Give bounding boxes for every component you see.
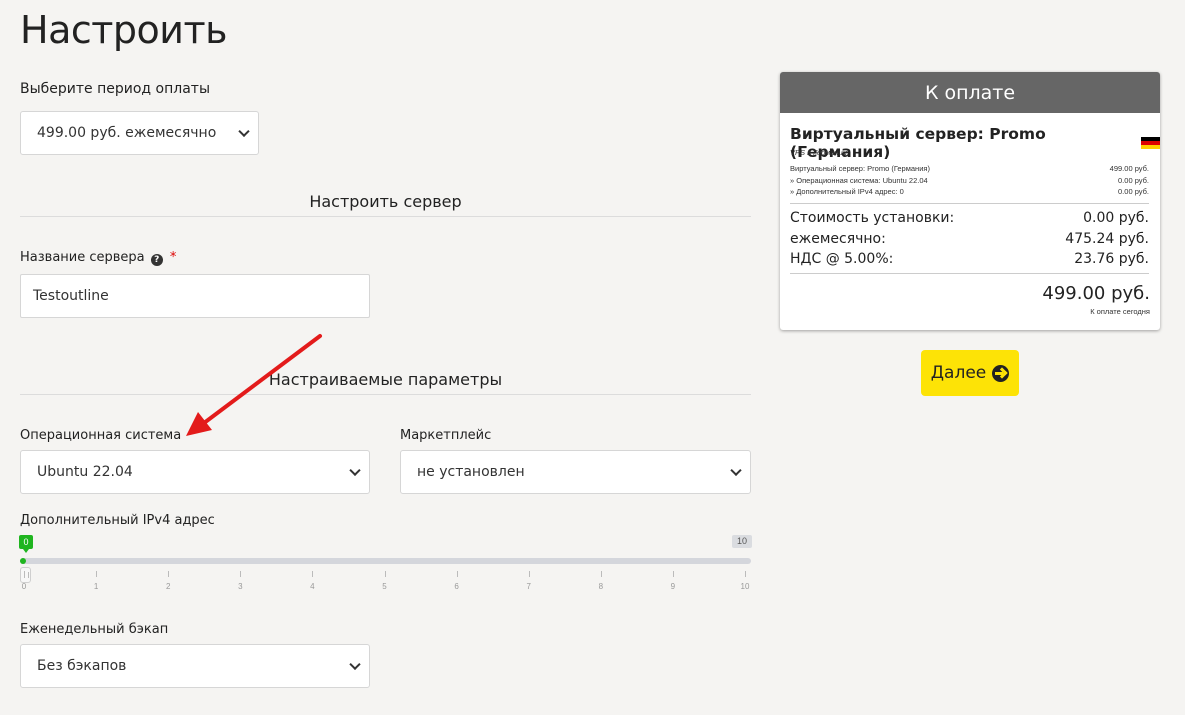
os-select[interactable]: Ubuntu 22.04 <box>20 450 370 494</box>
slider-tick-label: 5 <box>382 582 387 591</box>
arrow-circle-right-icon <box>992 364 1010 382</box>
slider-tick-label: 6 <box>454 582 459 591</box>
total-name: ежемесячно: <box>790 231 886 247</box>
slider-tick-label: 7 <box>526 582 531 591</box>
ipv4-label: Дополнительный IPv4 адрес <box>20 513 215 528</box>
slider-tick <box>600 571 602 577</box>
billing-period-select[interactable]: 499.00 руб. ежемесячно <box>20 111 259 155</box>
chevron-down-icon <box>349 464 361 477</box>
marketplace-label: Маркетплейс <box>400 428 492 443</box>
line-item-price: 499.00 руб. <box>1109 164 1149 173</box>
slider-tick-label: 2 <box>165 582 171 591</box>
total-name: НДС @ 5.00%: <box>790 251 894 267</box>
configure-page: Настроить Выберите период оплаты 499.00 … <box>0 0 1185 715</box>
grand-total-label: К оплате сегодня <box>1090 307 1150 316</box>
total-row: НДС @ 5.00%: 23.76 руб. <box>790 251 1149 267</box>
line-item-name: » Операционная система: Ubuntu 22.04 <box>790 176 928 185</box>
grand-total: 499.00 руб. <box>1042 283 1150 304</box>
slider-tick <box>96 571 98 577</box>
line-item-price: 0.00 руб. <box>1118 176 1149 185</box>
line-item-name: Виртуальный сервер: Promo (Германия) <box>790 164 930 173</box>
product-subtitle: VPS в Германии <box>790 148 847 157</box>
total-name: Стоимость установки: <box>790 210 955 226</box>
summary-divider <box>790 203 1149 204</box>
slider-tick <box>456 571 458 577</box>
total-price: 475.24 руб. <box>1065 231 1149 247</box>
billing-period-value: 499.00 руб. ежемесячно <box>37 125 217 141</box>
marketplace-value: не установлен <box>417 464 525 480</box>
server-name-label-text: Название сервера <box>20 250 145 265</box>
server-section-heading: Настроить сервер <box>309 192 462 211</box>
germany-flag-icon <box>1140 137 1160 149</box>
line-item: Виртуальный сервер: Promo (Германия) 499… <box>790 164 1149 173</box>
slider-tick-label: 0 <box>21 582 27 591</box>
ipv4-slider-fill <box>20 558 26 564</box>
slider-tick-label: 4 <box>310 582 315 591</box>
slider-tick-label: 1 <box>93 582 99 591</box>
os-label: Операционная система <box>20 428 182 443</box>
os-value: Ubuntu 22.04 <box>37 464 133 480</box>
server-name-input[interactable]: Testoutline <box>20 274 370 318</box>
next-button[interactable]: Далее <box>921 350 1019 396</box>
question-circle-icon[interactable]: ? <box>150 254 163 266</box>
total-price: 23.76 руб. <box>1074 251 1149 267</box>
section-divider <box>20 216 751 217</box>
slider-tick <box>312 571 314 577</box>
required-mark: * <box>169 250 177 265</box>
marketplace-select[interactable]: не установлен <box>400 450 751 494</box>
slider-max-value: 10 <box>732 535 752 548</box>
line-item: » Операционная система: Ubuntu 22.04 0.0… <box>790 176 1149 185</box>
chevron-down-icon <box>730 464 742 477</box>
next-button-label: Далее <box>930 363 987 383</box>
section-divider <box>20 394 751 395</box>
slider-tick-label: 8 <box>598 582 604 591</box>
slider-tick-label: 3 <box>238 582 243 591</box>
total-row: ежемесячно: 475.24 руб. <box>790 231 1149 247</box>
backup-label: Еженедельный бэкап <box>20 622 169 637</box>
server-name-label: Название сервера ? * <box>20 250 176 266</box>
slider-tick <box>672 571 674 577</box>
total-row: Стоимость установки: 0.00 руб. <box>790 210 1149 226</box>
slider-tick <box>240 571 242 577</box>
page-title: Настроить <box>20 8 228 52</box>
slider-tick <box>745 571 746 577</box>
line-item: » Дополнительный IPv4 адрес: 0 0.00 руб. <box>790 187 1149 196</box>
backup-select[interactable]: Без бэкапов <box>20 644 370 688</box>
slider-current-value: 0 <box>19 535 33 553</box>
slider-tick-label: 9 <box>670 582 676 591</box>
slider-tick <box>24 571 25 577</box>
billing-period-label: Выберите период оплаты <box>20 81 211 97</box>
slider-tick <box>168 571 170 577</box>
slider-tick-label: 10 <box>740 582 750 591</box>
total-price: 0.00 руб. <box>1083 210 1149 226</box>
backup-value: Без бэкапов <box>37 658 127 674</box>
server-name-value: Testoutline <box>33 288 109 304</box>
params-section-heading: Настраиваемые параметры <box>268 370 503 389</box>
line-item-price: 0.00 руб. <box>1118 187 1149 196</box>
summary-divider <box>790 273 1149 274</box>
order-summary-header: К оплате <box>780 72 1160 113</box>
ipv4-slider-track[interactable] <box>20 558 751 564</box>
chevron-down-icon <box>349 658 361 671</box>
slider-tick <box>384 571 386 577</box>
order-summary-panel: К оплате Виртуальный сервер: Promo (Герм… <box>780 72 1160 330</box>
ipv4-slider-handle[interactable] <box>20 567 31 583</box>
chevron-down-icon <box>238 125 250 138</box>
slider-tick <box>528 571 530 577</box>
annotation-arrow-icon <box>186 334 322 436</box>
line-item-name: » Дополнительный IPv4 адрес: 0 <box>790 187 904 196</box>
